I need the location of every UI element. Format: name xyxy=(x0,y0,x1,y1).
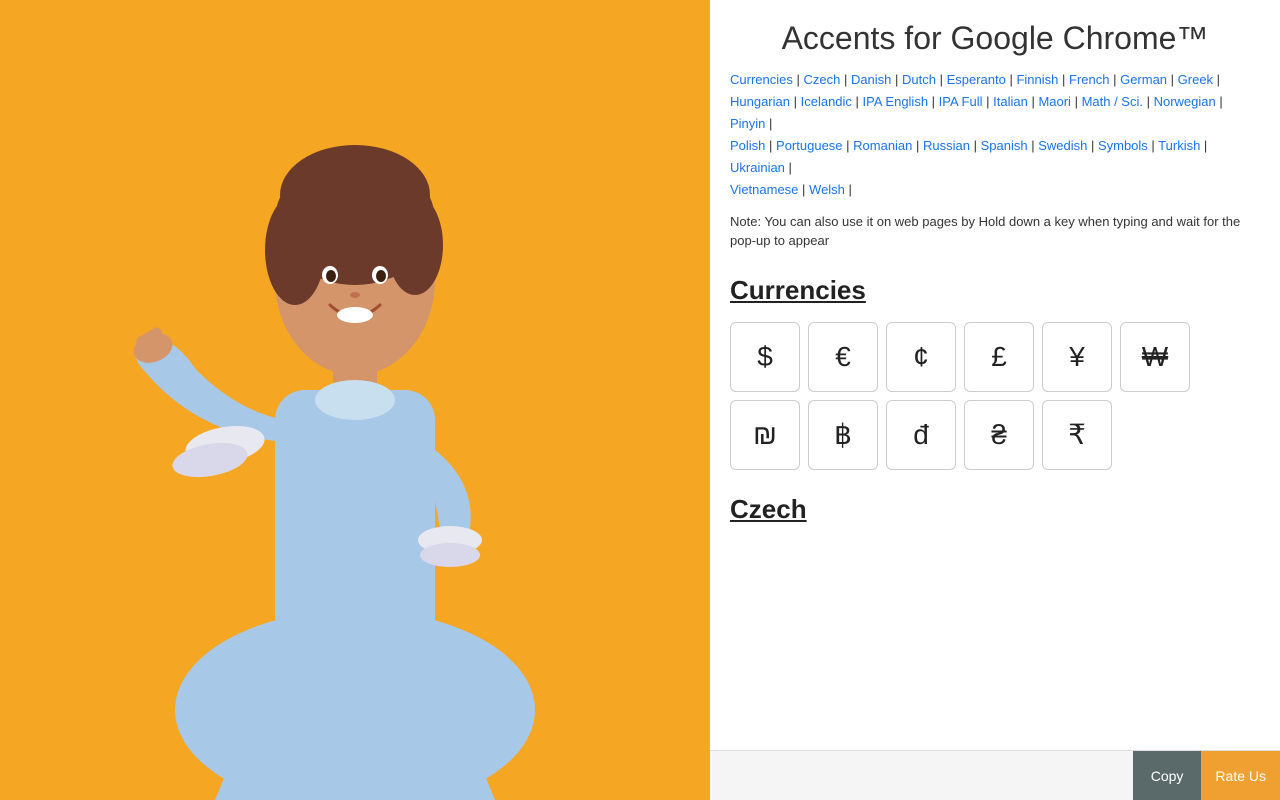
nav-pinyin[interactable]: Pinyin xyxy=(730,116,765,131)
currency-baht[interactable]: ฿ xyxy=(808,400,878,470)
nav-ipa-full[interactable]: IPA Full xyxy=(939,94,983,109)
left-panel xyxy=(0,0,710,800)
nav-romanian[interactable]: Romanian xyxy=(853,138,912,153)
nav-welsh[interactable]: Welsh xyxy=(809,182,845,197)
nav-ukrainian[interactable]: Ukrainian xyxy=(730,160,785,175)
nav-turkish[interactable]: Turkish xyxy=(1158,138,1200,153)
text-input[interactable] xyxy=(710,751,1133,800)
nav-russian[interactable]: Russian xyxy=(923,138,970,153)
nav-math-sci[interactable]: Math / Sci. xyxy=(1082,94,1143,109)
bottom-bar: Copy Rate Us xyxy=(710,750,1280,800)
nav-portuguese[interactable]: Portuguese xyxy=(776,138,843,153)
currency-dong[interactable]: đ xyxy=(886,400,956,470)
nav-spanish[interactable]: Spanish xyxy=(981,138,1028,153)
nav-finnish[interactable]: Finnish xyxy=(1016,72,1058,87)
right-panel: Accents for Google Chrome™ Currencies | … xyxy=(710,0,1280,800)
nav-esperanto[interactable]: Esperanto xyxy=(947,72,1006,87)
currency-yen[interactable]: ¥ xyxy=(1042,322,1112,392)
nav-polish[interactable]: Polish xyxy=(730,138,765,153)
woman-illustration xyxy=(65,10,645,800)
currency-pound[interactable]: £ xyxy=(964,322,1034,392)
currency-grid: $ € ¢ £ ¥ ₩ ₪ ฿ đ ₴ ₹ xyxy=(730,322,1260,470)
nav-ipa-english[interactable]: IPA English xyxy=(863,94,929,109)
currency-euro[interactable]: € xyxy=(808,322,878,392)
nav-italian[interactable]: Italian xyxy=(993,94,1028,109)
nav-norwegian[interactable]: Norwegian xyxy=(1154,94,1216,109)
nav-dutch[interactable]: Dutch xyxy=(902,72,936,87)
nav-greek[interactable]: Greek xyxy=(1178,72,1213,87)
czech-section: Czech xyxy=(730,494,1260,525)
nav-french[interactable]: French xyxy=(1069,72,1109,87)
nav-swedish[interactable]: Swedish xyxy=(1038,138,1087,153)
nav-icelandic[interactable]: Icelandic xyxy=(801,94,852,109)
czech-title: Czech xyxy=(730,494,1260,525)
currency-shekel[interactable]: ₪ xyxy=(730,400,800,470)
currency-cent[interactable]: ¢ xyxy=(886,322,956,392)
rate-button[interactable]: Rate Us xyxy=(1201,751,1280,800)
nav-vietnamese[interactable]: Vietnamese xyxy=(730,182,798,197)
copy-button[interactable]: Copy xyxy=(1133,751,1202,800)
currency-hryvnia[interactable]: ₴ xyxy=(964,400,1034,470)
nav-maori[interactable]: Maori xyxy=(1038,94,1071,109)
nav-links[interactable]: Currencies | Czech | Danish | Dutch | Es… xyxy=(730,69,1260,202)
nav-czech[interactable]: Czech xyxy=(803,72,840,87)
nav-hungarian[interactable]: Hungarian xyxy=(730,94,790,109)
currency-rupee[interactable]: ₹ xyxy=(1042,400,1112,470)
currencies-title: Currencies xyxy=(730,275,1260,306)
note-text: Note: You can also use it on web pages b… xyxy=(730,212,1260,251)
currency-dollar[interactable]: $ xyxy=(730,322,800,392)
nav-german[interactable]: German xyxy=(1120,72,1167,87)
currency-won[interactable]: ₩ xyxy=(1120,322,1190,392)
nav-danish[interactable]: Danish xyxy=(851,72,891,87)
currencies-section: Currencies $ € ¢ £ ¥ ₩ ₪ ฿ đ ₴ ₹ xyxy=(730,275,1260,470)
nav-currencies[interactable]: Currencies xyxy=(730,72,793,87)
nav-symbols[interactable]: Symbols xyxy=(1098,138,1148,153)
app-title: Accents for Google Chrome™ xyxy=(730,20,1260,57)
